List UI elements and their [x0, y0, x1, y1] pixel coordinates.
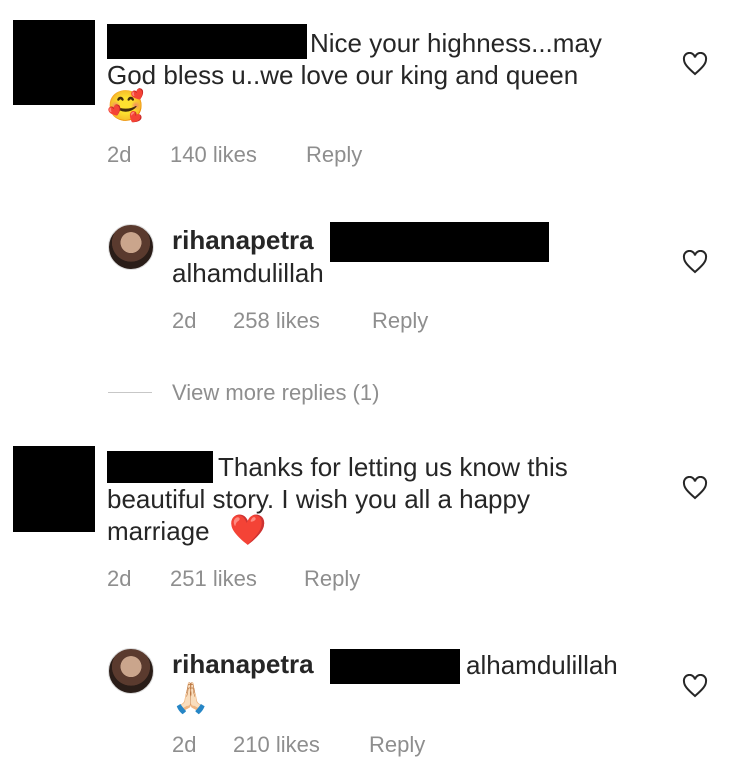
folded-hands-emoji: 🙏🏻 [172, 682, 210, 715]
redacted-avatar [13, 20, 95, 105]
view-more-replies-button[interactable]: View more replies (1) [172, 380, 379, 406]
comment-text-line1: Thanks for letting us know this [218, 452, 568, 482]
reply-reply-button[interactable]: Reply [369, 732, 425, 758]
heart-outline-icon[interactable] [682, 673, 708, 698]
redacted-username [107, 451, 213, 483]
comment-likes-count[interactable]: 251 likes [170, 566, 257, 592]
smiling-face-with-hearts-emoji: 🥰 [107, 90, 145, 123]
avatar[interactable] [108, 648, 154, 694]
avatar[interactable] [108, 224, 154, 270]
reply-reply-button[interactable]: Reply [372, 308, 428, 334]
comment-text-line2: God bless u..we love our king and queen [107, 60, 579, 90]
reply-username[interactable]: rihanapetra [172, 225, 314, 256]
reply-likes-count[interactable]: 210 likes [233, 732, 320, 758]
view-more-divider [108, 392, 152, 393]
reply-text: alhamdulillah [466, 650, 618, 680]
comment-reply-button[interactable]: Reply [306, 142, 362, 168]
comment-reply-button[interactable]: Reply [304, 566, 360, 592]
redacted-username [107, 24, 307, 59]
reply-username[interactable]: rihanapetra [172, 649, 314, 680]
heart-outline-icon[interactable] [682, 51, 708, 76]
reply-likes-count[interactable]: 258 likes [233, 308, 320, 334]
comment-text-line2: beautiful story. I wish you all a happy [107, 484, 530, 514]
heart-outline-icon[interactable] [682, 249, 708, 274]
comment-text-line3: marriage [107, 516, 210, 546]
red-heart-emoji: ❤️ [229, 514, 267, 547]
redacted-mention [330, 222, 549, 262]
comment-time: 2d [107, 566, 132, 591]
redacted-mention [330, 649, 460, 684]
comment-time: 2d [107, 142, 132, 167]
reply-time: 2d [172, 732, 197, 757]
redacted-avatar [13, 446, 95, 532]
comment-likes-count[interactable]: 140 likes [170, 142, 257, 168]
heart-outline-icon[interactable] [682, 475, 708, 500]
reply-text: alhamdulillah [172, 258, 324, 288]
comment-text-line1: Nice your highness...may [310, 28, 602, 58]
reply-time: 2d [172, 308, 197, 333]
